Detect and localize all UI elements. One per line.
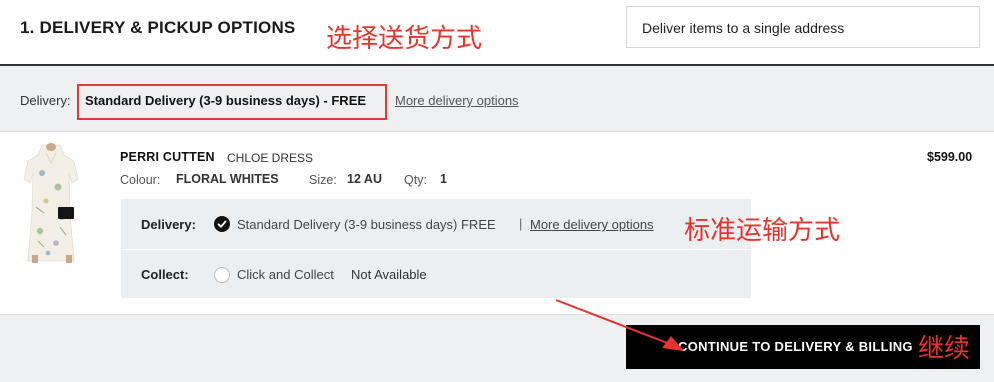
address-mode-select[interactable]: Deliver items to a single address (626, 6, 980, 48)
option-collect-label: Collect: (141, 267, 189, 282)
qty-value: 1 (440, 172, 447, 186)
product-name[interactable]: CHLOE DRESS (227, 151, 313, 165)
product-image[interactable] (22, 143, 80, 265)
delivery-summary-value: Standard Delivery (3-9 business days) - … (85, 93, 367, 108)
option-more-delivery-link[interactable]: More delivery options (530, 217, 654, 232)
product-price: $599.00 (927, 150, 973, 164)
qty-label: Qty: (404, 173, 427, 187)
annotation-choose-delivery: 选择送货方式 (326, 24, 483, 54)
divider (121, 249, 751, 250)
option-collect-status: Not Available (351, 267, 427, 282)
option-delivery-label: Delivery: (141, 217, 196, 232)
colour-label: Colour: (120, 173, 161, 187)
more-delivery-options-link[interactable]: More delivery options (395, 93, 519, 108)
annotation-standard-shipping: 标准运输方式 (684, 216, 841, 246)
separator: | (519, 216, 523, 231)
colour-value: FLORAL WHITES (176, 172, 279, 186)
divider (0, 131, 994, 132)
size-label: Size: (309, 173, 337, 187)
size-value: 12 AU (347, 172, 382, 186)
option-collect-text: Click and Collect (237, 267, 334, 282)
radio-icon[interactable] (214, 267, 230, 283)
product-brand[interactable]: PERRI CUTTEN (120, 150, 215, 164)
checkmark-icon[interactable] (214, 216, 230, 232)
delivery-summary-label: Delivery: (20, 93, 71, 108)
annotation-continue: 继续 (918, 334, 971, 364)
option-delivery-text: Standard Delivery (3-9 business days) FR… (237, 217, 496, 232)
page-title: 1. DELIVERY & PICKUP OPTIONS (20, 18, 296, 37)
